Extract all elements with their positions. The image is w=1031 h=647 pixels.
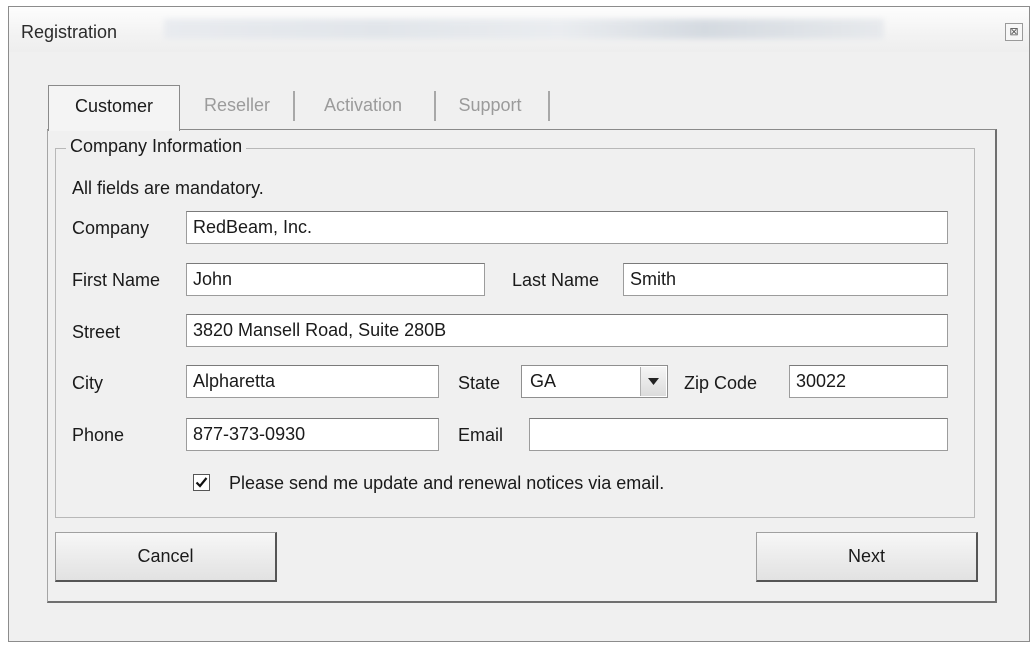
mandatory-note: All fields are mandatory. [72, 178, 264, 198]
tab-customer[interactable]: Customer [48, 85, 180, 131]
tab-separator [434, 91, 436, 121]
city-input[interactable]: Alpharetta [186, 365, 439, 398]
zip-code-label: Zip Code [684, 373, 758, 393]
last-name-label: Last Name [512, 270, 600, 290]
last-name-input[interactable]: Smith [623, 263, 948, 296]
close-icon[interactable]: ⊠ [1005, 23, 1023, 41]
notices-checkbox[interactable] [193, 474, 210, 491]
company-input[interactable]: RedBeam, Inc. [186, 211, 948, 244]
window-title: Registration [21, 22, 118, 42]
cancel-button[interactable]: Cancel [55, 532, 277, 582]
next-button[interactable]: Next [756, 532, 978, 582]
phone-input[interactable]: 877-373-0930 [186, 418, 439, 451]
first-name-input[interactable]: John [186, 263, 485, 296]
tab-reseller[interactable]: Reseller [187, 85, 287, 129]
tab-support[interactable]: Support [440, 85, 540, 129]
street-input[interactable]: 3820 Mansell Road, Suite 280B [186, 314, 948, 347]
tab-separator [293, 91, 295, 121]
state-label: State [458, 373, 501, 393]
street-label: Street [72, 322, 121, 342]
title-bar: Registration ⊠ [9, 7, 1029, 52]
title-bar-blurred-region [164, 19, 884, 39]
first-name-label: First Name [72, 270, 161, 290]
company-label: Company [72, 218, 150, 238]
phone-label: Phone [72, 425, 125, 445]
notices-checkbox-label: Please send me update and renewal notice… [229, 473, 665, 493]
group-legend: Company Information [66, 136, 247, 157]
tab-separator [548, 91, 550, 121]
city-label: City [72, 373, 103, 393]
zip-code-input[interactable]: 30022 [789, 365, 948, 398]
tab-activation[interactable]: Activation [299, 85, 427, 129]
state-select[interactable]: GA [521, 365, 668, 398]
email-label: Email [458, 425, 504, 445]
email-input[interactable] [529, 418, 948, 451]
chevron-down-icon[interactable] [640, 367, 666, 396]
state-selected-value: GA [530, 371, 557, 391]
